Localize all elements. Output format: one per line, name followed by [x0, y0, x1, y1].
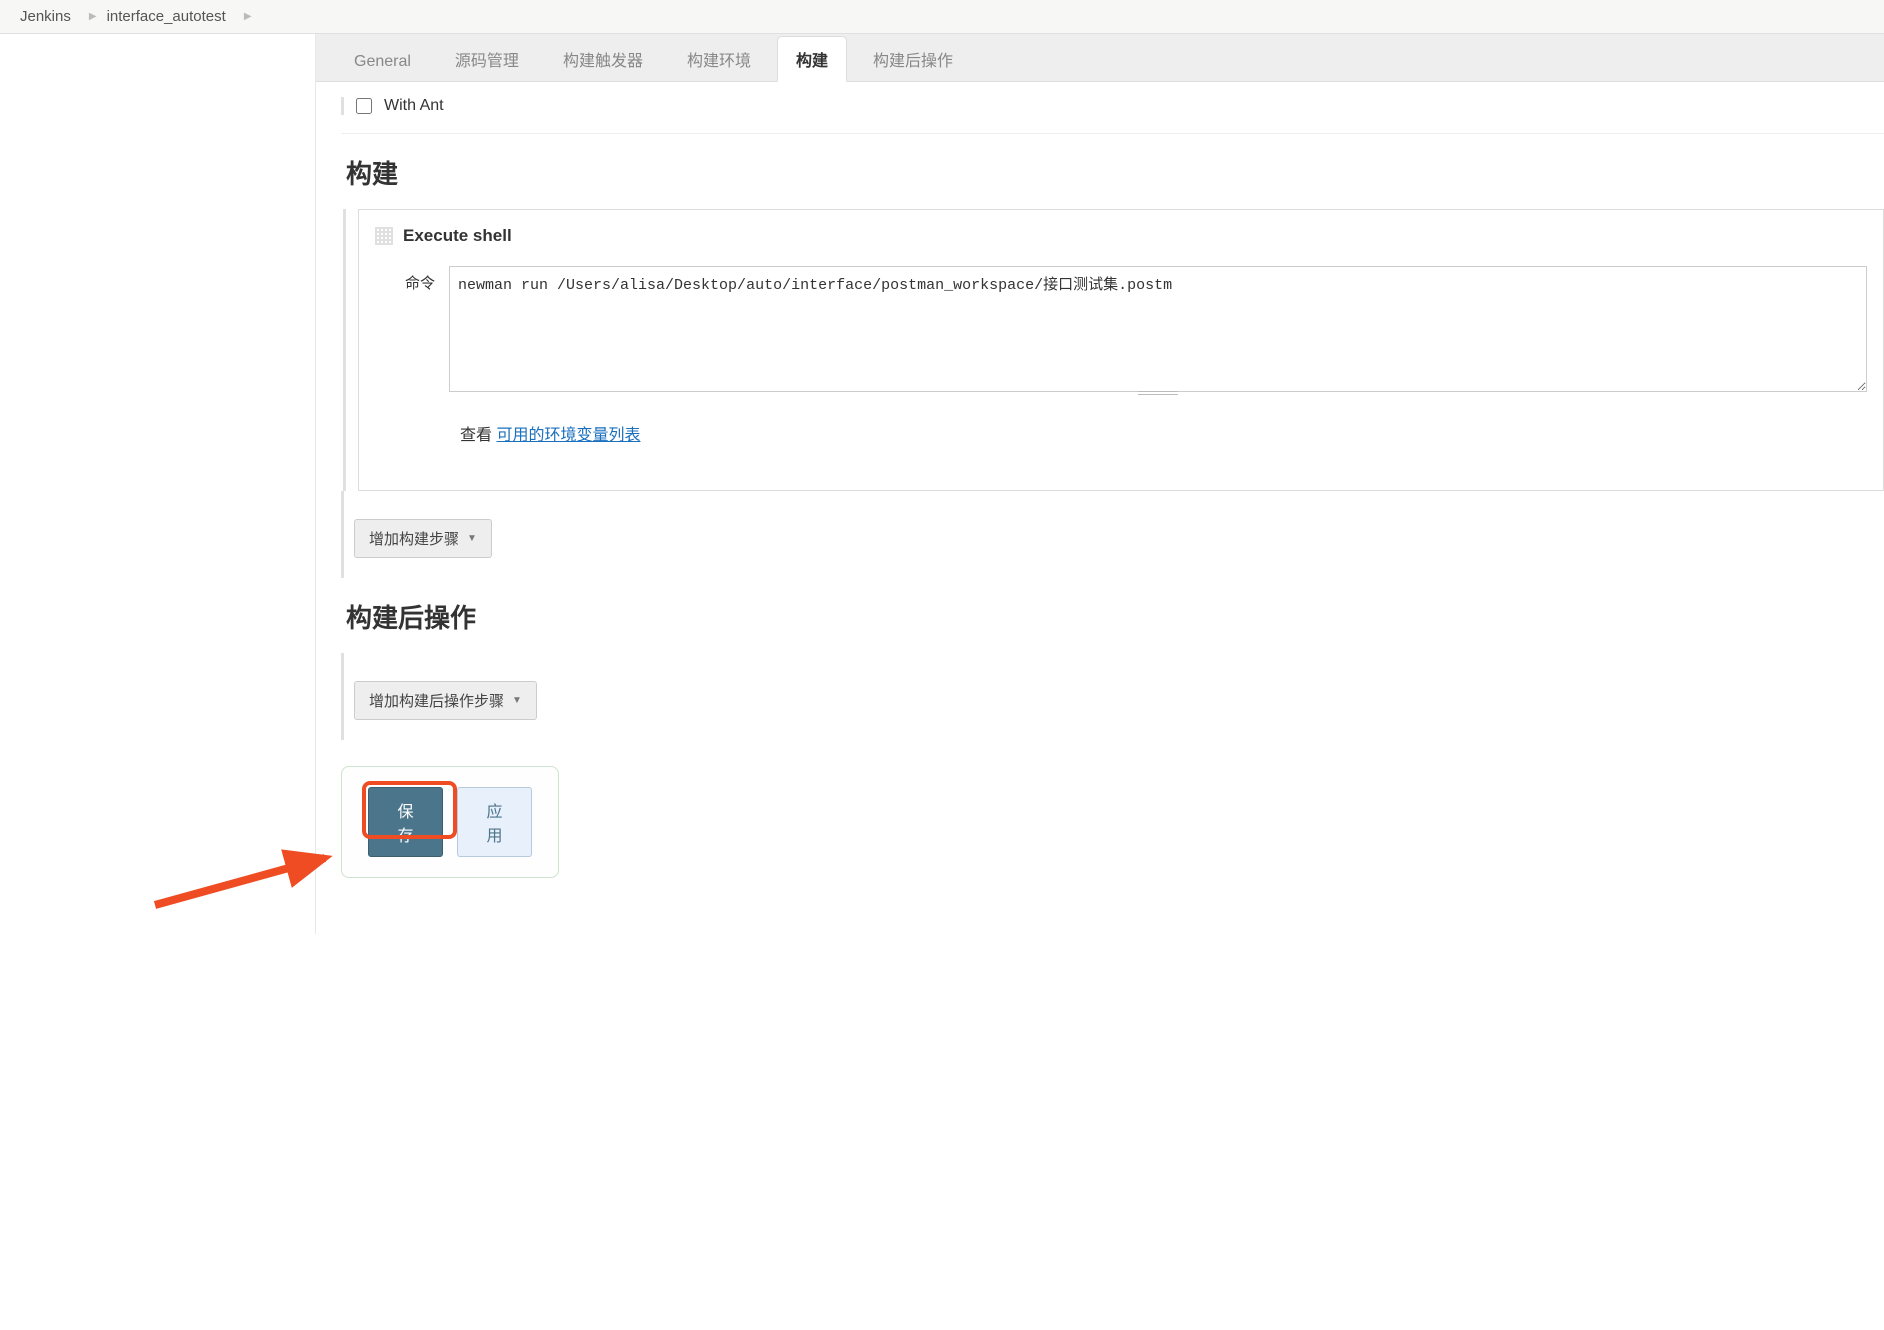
with-ant-checkbox[interactable] [356, 98, 372, 114]
tab-build[interactable]: 构建 [777, 36, 847, 82]
add-build-step-label: 增加构建步骤 [369, 528, 459, 549]
save-button[interactable]: 保存 [368, 787, 443, 857]
resize-handle-icon[interactable] [1138, 391, 1178, 395]
tab-general[interactable]: General [336, 43, 429, 81]
command-input[interactable] [449, 266, 1867, 392]
build-step-block: Execute shell 命令 查看 可用的环境变量列表 [343, 209, 1884, 491]
caret-down-icon: ▼ [512, 695, 522, 706]
breadcrumb: Jenkins ▶ interface_autotest ▶ [0, 0, 1884, 34]
tab-triggers[interactable]: 构建触发器 [545, 37, 661, 81]
see-label: 查看 [460, 427, 496, 444]
build-step-title: Execute shell [403, 226, 512, 246]
add-postbuild-step-label: 增加构建后操作步骤 [369, 690, 504, 711]
postbuild-section-title: 构建后操作 [346, 598, 1884, 635]
content-area: General 源码管理 构建触发器 构建环境 构建 构建后操作 With An… [316, 34, 1884, 934]
command-label: 命令 [405, 272, 435, 293]
tab-scm[interactable]: 源码管理 [437, 37, 537, 81]
with-ant-checkbox-row[interactable]: With Ant [354, 97, 1884, 115]
build-section-title: 构建 [346, 154, 1884, 191]
sidebar [0, 34, 316, 934]
env-vars-link[interactable]: 可用的环境变量列表 [496, 427, 640, 444]
drag-handle-icon[interactable] [375, 227, 393, 245]
with-ant-label: With Ant [384, 97, 444, 115]
add-build-step-button[interactable]: 增加构建步骤 ▼ [354, 519, 492, 558]
config-tabs: General 源码管理 构建触发器 构建环境 构建 构建后操作 [316, 34, 1884, 82]
add-postbuild-step-button[interactable]: 增加构建后操作步骤 ▼ [354, 681, 537, 720]
breadcrumb-separator-icon: ▶ [89, 11, 97, 22]
apply-button[interactable]: 应用 [457, 787, 532, 857]
breadcrumb-root[interactable]: Jenkins [20, 8, 71, 25]
tab-env[interactable]: 构建环境 [669, 37, 769, 81]
tab-postbuild[interactable]: 构建后操作 [855, 37, 971, 81]
caret-down-icon: ▼ [467, 533, 477, 544]
breadcrumb-project[interactable]: interface_autotest [107, 8, 226, 25]
breadcrumb-separator-icon: ▶ [244, 11, 252, 22]
bottom-button-bar: 保存 应用 [341, 766, 559, 878]
